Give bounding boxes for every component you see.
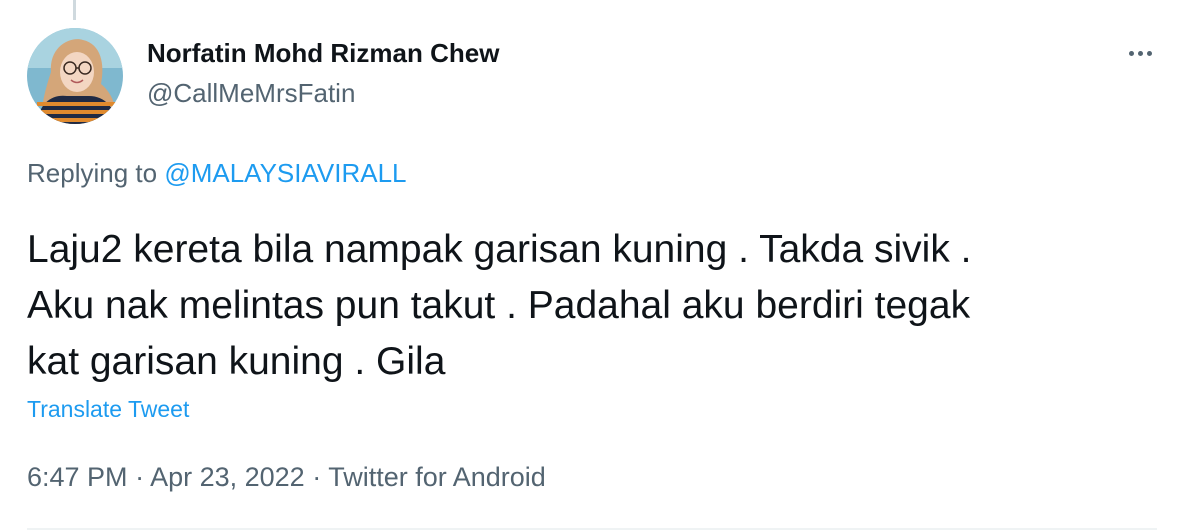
tweet-text-line: Laju2 kereta bila nampak garisan kuning …	[27, 228, 972, 271]
meta-separator: ·	[127, 462, 151, 492]
meta-separator: ·	[304, 462, 329, 492]
tweet-card: Norfatin Mohd Rizman Chew @CallMeMrsFati…	[0, 0, 1180, 532]
divider	[27, 528, 1157, 530]
author-handle[interactable]: @CallMeMrsFatin	[147, 78, 355, 109]
tweet-metadata: 6:47 PM · Apr 23, 2022 · Twitter for And…	[27, 462, 546, 493]
tweet-text-line: Aku nak melintas pun takut . Padahal aku…	[27, 284, 971, 327]
replying-to-prefix: Replying to	[27, 158, 165, 188]
translate-tweet-link[interactable]: Translate Tweet	[27, 396, 189, 423]
dot	[1146, 50, 1152, 56]
tweet-source[interactable]: Twitter for Android	[328, 462, 546, 492]
dot	[1128, 50, 1134, 56]
thread-connector-line	[73, 0, 76, 20]
more-horizontal-icon[interactable]	[1118, 36, 1162, 70]
tweet-date[interactable]: Apr 23, 2022	[150, 462, 305, 492]
tweet-text: Laju2 kereta bila nampak garisan kuning …	[27, 222, 1157, 390]
author-name[interactable]: Norfatin Mohd Rizman Chew	[147, 38, 499, 69]
reply-mention-link[interactable]: @MALAYSIAVIRALL	[164, 158, 406, 188]
tweet-time[interactable]: 6:47 PM	[27, 462, 128, 492]
dot	[1137, 50, 1143, 56]
avatar[interactable]	[27, 28, 123, 124]
tweet-text-line: kat garisan kuning . Gila	[27, 340, 446, 383]
replying-to: Replying to @MALAYSIAVIRALL	[27, 158, 407, 189]
